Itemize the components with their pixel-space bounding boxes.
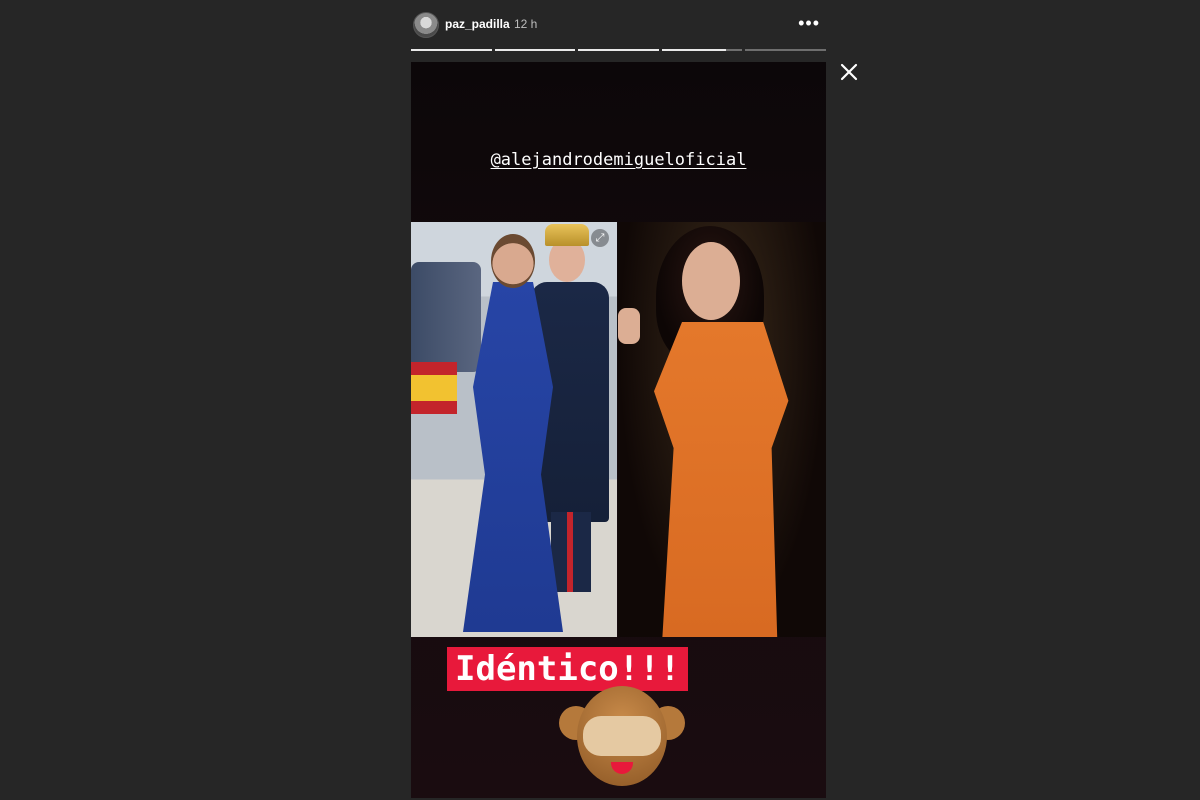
timestamp: 12 h bbox=[514, 17, 538, 31]
spanish-flag bbox=[411, 362, 457, 414]
avatar[interactable] bbox=[413, 12, 439, 38]
orange-dress-figure bbox=[654, 322, 789, 637]
close-icon[interactable] bbox=[838, 61, 860, 83]
story-frame[interactable]: @alejandrodemigueloficial ⤢ Idéntico!!! bbox=[411, 62, 826, 798]
progress-segment bbox=[745, 49, 826, 51]
guard-leg bbox=[551, 512, 591, 592]
crowd bbox=[411, 262, 481, 372]
guard-helmet bbox=[545, 224, 589, 246]
see-no-evil-monkey-icon bbox=[559, 680, 685, 798]
woman-head bbox=[491, 234, 535, 288]
story-header: paz_padilla 12 h ••• bbox=[411, 8, 826, 42]
username[interactable]: paz_padilla bbox=[445, 17, 510, 31]
photo-orange-dress bbox=[618, 222, 826, 637]
story-progress-bar bbox=[411, 49, 826, 51]
progress-segment bbox=[578, 49, 659, 51]
photo-blue-dress: ⤢ bbox=[411, 222, 617, 637]
progress-segment bbox=[411, 49, 492, 51]
mention-sticker[interactable]: @alejandrodemigueloficial bbox=[411, 150, 826, 170]
expand-icon[interactable]: ⤢ bbox=[591, 229, 609, 247]
hand-on-shoulder bbox=[618, 308, 640, 344]
more-options-icon[interactable]: ••• bbox=[798, 14, 820, 32]
progress-segment bbox=[661, 49, 743, 51]
mention-text[interactable]: @alejandrodemigueloficial bbox=[491, 150, 747, 170]
progress-segment bbox=[494, 49, 576, 51]
woman-head bbox=[682, 242, 740, 320]
